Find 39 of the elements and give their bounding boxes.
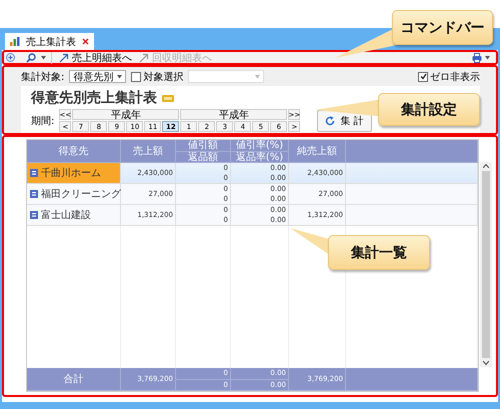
search-button[interactable] xyxy=(24,50,38,64)
search-icon xyxy=(26,52,36,62)
caret-icon[interactable] xyxy=(485,56,490,60)
tag-icon xyxy=(162,94,174,102)
total-label: 合計 xyxy=(27,368,121,391)
period-label: 期間: xyxy=(31,114,54,128)
link-button[interactable]: 売上明細表へ xyxy=(57,50,134,64)
target-label: 集計対象: xyxy=(21,70,64,84)
year-label: 平成年 xyxy=(180,109,288,120)
column-header: 値引率(%) xyxy=(231,140,289,152)
customer-cell[interactable]: 福田クリーニング xyxy=(27,184,121,204)
customer-cell[interactable]: 富士山建設 xyxy=(27,205,121,225)
close-icon[interactable] xyxy=(82,38,89,45)
caret-icon[interactable] xyxy=(117,74,122,78)
printer-icon[interactable] xyxy=(472,52,482,62)
report-title: 得意先別売上集計表 xyxy=(31,89,157,107)
hide-zero-checkbox[interactable]: ゼロ非表示 xyxy=(418,70,480,84)
add-icon[interactable] xyxy=(6,53,15,62)
arrow-icon xyxy=(59,52,69,62)
chart-icon xyxy=(10,37,20,46)
year-label: 平成年 xyxy=(72,109,180,120)
callout: 集計一覧 xyxy=(328,235,430,270)
customer-icon xyxy=(30,190,38,198)
tab[interactable]: 売上集計表 xyxy=(5,33,94,50)
arrow-icon xyxy=(139,52,149,62)
checkbox[interactable] xyxy=(131,72,142,82)
caret-icon[interactable] xyxy=(41,56,46,60)
scrollbar[interactable] xyxy=(480,162,492,367)
callout: コマンドバー xyxy=(392,10,493,45)
customer-cell[interactable]: 千曲川ホーム xyxy=(27,163,121,183)
select-target-checkbox[interactable]: 対象選択 xyxy=(131,70,184,84)
target-dropdown[interactable]: 得意先別 xyxy=(69,70,126,83)
column-header: 値引額 xyxy=(176,140,231,152)
callout: 集計設定 xyxy=(378,93,480,126)
refresh-icon xyxy=(325,116,336,126)
checkbox[interactable] xyxy=(418,72,428,82)
customer-icon xyxy=(30,169,38,177)
customer-icon xyxy=(30,211,38,219)
check-icon xyxy=(420,73,426,80)
